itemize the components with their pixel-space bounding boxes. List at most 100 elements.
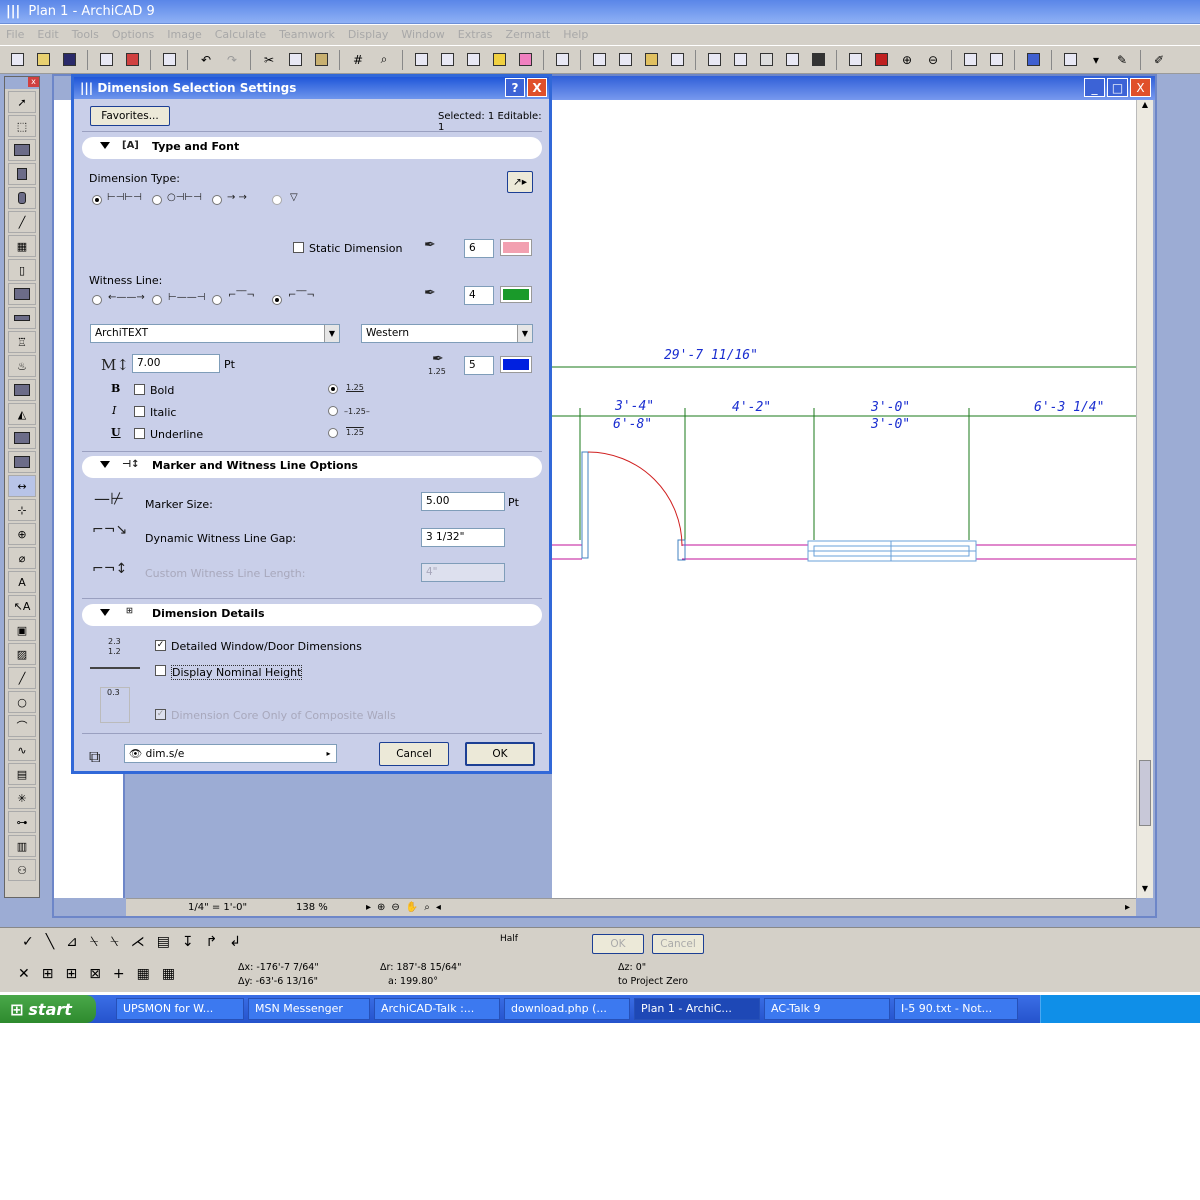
dim-type-radio-3[interactable]	[212, 195, 222, 205]
bold-checkbox[interactable]	[134, 384, 145, 395]
window-tool-icon[interactable]: ▦	[8, 235, 36, 257]
view-h-icon[interactable]	[781, 49, 803, 71]
hotspot-tool-icon[interactable]: ✳	[8, 787, 36, 809]
text-tool-icon[interactable]: A	[8, 571, 36, 593]
chair-tool-icon[interactable]: ♖	[8, 331, 36, 353]
view-f-icon[interactable]	[729, 49, 751, 71]
section-type-font[interactable]: [A] Type and Font	[82, 137, 542, 159]
construction-method-icons[interactable]: ✓╲⊿⍀⍀⋌▤↧↱↲	[22, 934, 253, 950]
text-pos-above-radio[interactable]	[328, 384, 338, 394]
font-size-field[interactable]: 7.00	[132, 354, 220, 373]
open-icon[interactable]	[32, 49, 54, 71]
object-tool-icon[interactable]	[8, 283, 36, 305]
nominal-height-checkbox[interactable]	[155, 665, 166, 676]
save-icon[interactable]	[58, 49, 80, 71]
collapse-triangle-icon[interactable]	[100, 142, 110, 149]
cut-icon[interactable]: ✂	[258, 49, 280, 71]
elevation-dim-tool-icon[interactable]: ⊕	[8, 523, 36, 545]
menu-edit[interactable]: Edit	[37, 28, 58, 42]
static-dimension-checkbox[interactable]	[293, 242, 304, 253]
italic-checkbox[interactable]	[134, 406, 145, 417]
layer-select[interactable]: 👁 dim.s/e ▸	[124, 744, 337, 763]
view-b-icon[interactable]	[614, 49, 636, 71]
radial-dim-tool-icon[interactable]: ⌀	[8, 547, 36, 569]
pen-witness-swatch[interactable]	[500, 286, 532, 303]
find-icon[interactable]: ⌕	[373, 49, 395, 71]
line-tool-icon[interactable]: ╱	[8, 667, 36, 689]
core-only-checkbox[interactable]: ✓	[155, 709, 166, 720]
favorites-button[interactable]: Favorites...	[90, 106, 170, 126]
copy-icon[interactable]	[284, 49, 306, 71]
cylinder-tool-icon[interactable]	[8, 187, 36, 209]
arrow-tool-icon[interactable]: ➚	[8, 91, 36, 113]
underline-checkbox[interactable]	[134, 428, 145, 439]
start-button[interactable]: ⊞ start	[0, 995, 96, 1023]
cancel-button[interactable]: Cancel	[379, 742, 449, 766]
task-download[interactable]: download.php (...	[504, 998, 630, 1020]
infobox-ok-button[interactable]: OK	[592, 934, 644, 954]
detailed-window-door-checkbox[interactable]: ✓	[155, 640, 166, 651]
fill-tool-icon[interactable]: ▨	[8, 643, 36, 665]
menu-calculate[interactable]: Calculate	[215, 28, 266, 42]
tool-f-icon[interactable]	[551, 49, 573, 71]
task-plan1[interactable]: Plan 1 - ArchiC...	[634, 998, 760, 1020]
menu-extras[interactable]: Extras	[458, 28, 493, 42]
zoom-controls[interactable]: ▸⊕⊖✋⌕◂	[366, 902, 447, 913]
pen-witness-field[interactable]: 4	[464, 286, 494, 305]
menu-window[interactable]: Window	[401, 28, 444, 42]
pen-text-swatch[interactable]	[500, 356, 532, 373]
snap-icons[interactable]: ✕⊞⊞⊠+▦▦	[18, 966, 187, 982]
pen-text-field[interactable]: 5	[464, 356, 494, 375]
shell-tool-icon[interactable]	[8, 451, 36, 473]
level-dim-tool-icon[interactable]: ⊹	[8, 499, 36, 521]
marquee-tool-icon[interactable]: ⬚	[8, 115, 36, 137]
camera-tool-icon[interactable]: ⚇	[8, 859, 36, 881]
view-d-icon[interactable]	[666, 49, 688, 71]
pen-dimension-field[interactable]: 6	[464, 239, 494, 258]
beam-tool-icon[interactable]: ╱	[8, 211, 36, 233]
menu-tools[interactable]: Tools	[72, 28, 99, 42]
scale-display[interactable]: 1/4" = 1'-0"	[188, 902, 278, 913]
roof-tool-icon[interactable]: ◭	[8, 403, 36, 425]
dropdown-arrow-icon[interactable]: ▾	[1085, 49, 1107, 71]
infobox-cancel-button[interactable]: Cancel	[652, 934, 704, 954]
polyline-tool-icon[interactable]: ⌒	[8, 715, 36, 737]
toolbox-close-icon[interactable]: x	[28, 77, 39, 87]
ok-button[interactable]: OK	[465, 742, 535, 766]
menu-zermatt[interactable]: Zermatt	[506, 28, 551, 42]
z-reference[interactable]: to Project Zero	[618, 976, 688, 987]
grid-mode[interactable]: Half	[500, 934, 518, 944]
pencil-icon[interactable]: ✎	[1111, 49, 1133, 71]
menu-file[interactable]: File	[6, 28, 24, 42]
collapse-triangle-icon[interactable]	[100, 461, 110, 468]
tool-e-icon[interactable]	[514, 49, 536, 71]
door-tool-icon[interactable]: ▯	[8, 259, 36, 281]
undo-icon[interactable]: ↶	[195, 49, 217, 71]
paste-icon[interactable]	[310, 49, 332, 71]
print-icon[interactable]	[95, 49, 117, 71]
custom-length-field[interactable]: 4"	[421, 563, 505, 582]
figure-tool-icon[interactable]: ▤	[8, 763, 36, 785]
help-button[interactable]: ?	[505, 78, 525, 97]
scroll-thumb[interactable]	[1139, 760, 1151, 826]
text-pos-center-radio[interactable]	[328, 406, 338, 416]
pen-icon[interactable]	[1022, 49, 1044, 71]
menu-display[interactable]: Display	[348, 28, 389, 42]
task-upsmon[interactable]: UPSMON for W...	[116, 998, 244, 1020]
win-a-icon[interactable]	[959, 49, 981, 71]
collapse-triangle-icon[interactable]	[100, 609, 110, 616]
menu-help[interactable]: Help	[563, 28, 588, 42]
plot-icon[interactable]	[121, 49, 143, 71]
task-notepad[interactable]: I-5 90.txt - Not...	[894, 998, 1018, 1020]
view-c-icon[interactable]	[640, 49, 662, 71]
witness-radio-2[interactable]	[152, 295, 162, 305]
font-script-select[interactable]: Western ▼	[361, 324, 533, 343]
spline-tool-icon[interactable]: ∿	[8, 739, 36, 761]
vertical-scrollbar[interactable]: ▲ ▼	[1136, 100, 1153, 898]
lamp-tool-icon[interactable]: ♨	[8, 355, 36, 377]
redo-icon[interactable]: ↷	[221, 49, 243, 71]
view-e-icon[interactable]	[703, 49, 725, 71]
tool-d-icon[interactable]	[488, 49, 510, 71]
elevation-tool-icon[interactable]: ▥	[8, 835, 36, 857]
menu-image[interactable]: Image	[167, 28, 201, 42]
